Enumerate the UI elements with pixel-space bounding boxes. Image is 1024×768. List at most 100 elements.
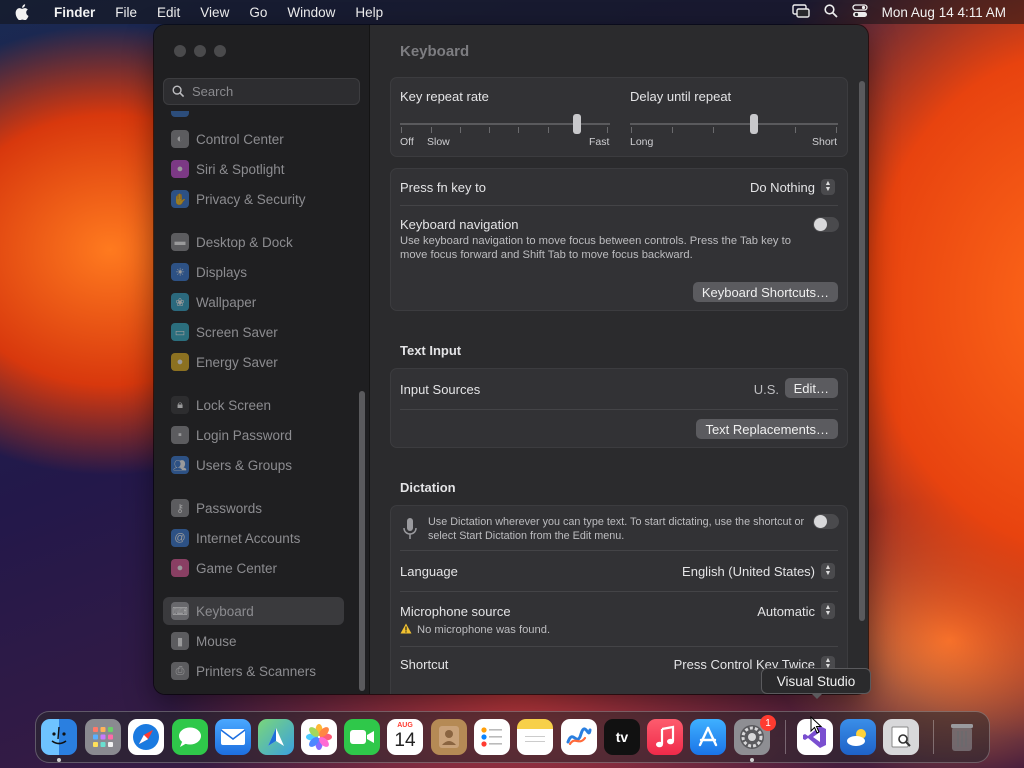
sidebar-item-users-groups[interactable]: 👥︎ Users & Groups <box>163 451 344 479</box>
sidebar-item-label: Passwords <box>196 500 263 516</box>
sidebar-item-lock-screen[interactable]: 🔒︎ Lock Screen <box>163 391 344 419</box>
sidebar-item-desktop-dock[interactable]: ▬ Desktop & Dock <box>163 228 344 256</box>
sidebar-item-displays[interactable]: ☀ Displays <box>163 258 344 286</box>
photos-icon[interactable] <box>301 719 337 755</box>
launchpad-icon[interactable] <box>85 719 121 755</box>
messages-icon[interactable] <box>172 719 208 755</box>
delay-repeat-slider-knob[interactable] <box>750 114 758 134</box>
keyboard-navigation-description: Use keyboard navigation to move focus be… <box>400 235 791 261</box>
row-divider <box>400 591 838 592</box>
sidebar-item-siri-spotlight[interactable]: ● Siri & Spotlight <box>163 155 344 183</box>
login-password-icon: ▪ <box>171 426 189 444</box>
notes-icon[interactable] <box>517 719 553 755</box>
menu-window[interactable]: Window <box>277 5 345 20</box>
finder-icon[interactable] <box>41 719 77 755</box>
freeform-icon[interactable] <box>561 719 597 755</box>
zoom-button[interactable] <box>214 45 226 57</box>
input-sources-edit-button[interactable]: Edit… <box>784 378 838 398</box>
input-sources-value: U.S. <box>753 382 779 397</box>
chevron-updown-icon: ▲ ▼ <box>821 603 835 619</box>
control-center-icon: ◐ <box>171 130 189 148</box>
sidebar-item-label: Keyboard <box>196 603 254 619</box>
sidebar-item-energy-saver[interactable]: ● Energy Saver <box>163 348 344 376</box>
control-center-icon[interactable] <box>852 3 868 21</box>
minimize-button[interactable] <box>194 45 206 57</box>
weather-icon[interactable] <box>840 719 876 755</box>
menu-view[interactable]: View <box>190 5 239 20</box>
sidebar-item-privacy-security[interactable]: ✋ Privacy & Security <box>163 185 344 213</box>
trash-icon[interactable] <box>944 719 980 755</box>
screen-mirroring-icon[interactable] <box>791 3 810 21</box>
search-field[interactable] <box>163 78 360 105</box>
slider-tick <box>607 127 608 133</box>
slider-tick <box>713 127 714 133</box>
row-divider <box>400 550 838 551</box>
menu-clock[interactable]: Mon Aug 14 4:11 AM <box>882 5 1006 20</box>
sidebar-item-label: Login Password <box>196 427 293 443</box>
search-input[interactable] <box>192 84 352 99</box>
text-replacements-button[interactable]: Text Replacements… <box>696 419 838 439</box>
preview-icon[interactable] <box>883 719 919 755</box>
contacts-icon[interactable] <box>431 719 467 755</box>
slider-tick <box>672 127 673 133</box>
sidebar-item-keyboard[interactable]: ⌨ Keyboard <box>163 597 344 625</box>
calendar-icon[interactable]: AUG 14 <box>387 719 423 755</box>
key-repeat-slider[interactable] <box>400 114 610 134</box>
sidebar-item-screen-saver[interactable]: ▭ Screen Saver <box>163 318 344 346</box>
keyboard-navigation-toggle[interactable] <box>813 217 839 232</box>
menu-app-name[interactable]: Finder <box>44 5 105 20</box>
keyboard-shortcuts-button[interactable]: Keyboard Shortcuts… <box>692 282 838 302</box>
search-icon <box>172 85 185 98</box>
dock-separator <box>785 720 786 754</box>
row-divider <box>400 205 838 206</box>
menu-go[interactable]: Go <box>239 5 277 20</box>
microphone-source-value: Automatic <box>757 603 815 619</box>
key-repeat-slider-knob[interactable] <box>573 114 581 134</box>
running-indicator <box>750 758 754 762</box>
spotlight-search-icon[interactable] <box>824 3 838 21</box>
dictation-language-popup[interactable]: English (United States) ▲ ▼ <box>682 563 835 579</box>
sidebar-item-label: Lock Screen <box>196 397 272 413</box>
sidebar-item-passwords[interactable]: ⚷ Passwords <box>163 494 344 522</box>
sidebar-item-internet-accounts[interactable]: @ Internet Accounts <box>163 524 344 552</box>
slider-label-off: Off <box>400 136 414 148</box>
maps-icon[interactable] <box>258 719 294 755</box>
sidebar-item-label: Game Center <box>196 560 278 576</box>
sidebar-item-login-password[interactable]: ▪ Login Password <box>163 421 344 449</box>
fn-key-label: Press fn key to <box>400 180 486 195</box>
delay-repeat-slider[interactable] <box>630 114 840 134</box>
sidebar-item-control-center[interactable]: ◐ Control Center <box>163 125 344 153</box>
fn-key-popup[interactable]: Do Nothing ▲ ▼ <box>750 179 835 195</box>
key-icon: ⚷ <box>171 499 189 517</box>
microphone-source-popup[interactable]: Automatic ▲ ▼ <box>757 603 835 619</box>
slider-tick <box>631 127 632 133</box>
sidebar-scrollbar[interactable] <box>359 391 365 691</box>
sidebar-item-mouse[interactable]: ▮ Mouse <box>163 627 344 655</box>
lock-icon: 🔒︎ <box>171 396 189 414</box>
dictation-toggle[interactable] <box>813 514 839 529</box>
system-settings-icon[interactable]: 1 <box>734 715 776 755</box>
calendar-month: AUG <box>397 722 413 729</box>
mail-icon[interactable] <box>215 719 251 755</box>
reminders-icon[interactable] <box>474 719 510 755</box>
app-store-icon[interactable] <box>690 719 726 755</box>
sidebar-item-game-center[interactable]: ● Game Center <box>163 554 344 582</box>
sidebar-item-printers-scanners[interactable]: ⎙ Printers & Scanners <box>163 657 344 685</box>
window-controls <box>174 45 226 57</box>
apple-tv-icon[interactable]: tv <box>604 719 640 755</box>
notification-badge: 1 <box>760 715 776 731</box>
menu-edit[interactable]: Edit <box>147 5 190 20</box>
music-icon[interactable] <box>647 719 683 755</box>
safari-icon[interactable] <box>128 719 164 755</box>
sidebar-item-wallpaper[interactable]: ❀ Wallpaper <box>163 288 344 316</box>
keyboard-navigation-label: Keyboard navigation <box>400 217 519 232</box>
fn-key-value: Do Nothing <box>749 179 815 195</box>
apple-menu-icon[interactable] <box>0 4 44 20</box>
facetime-icon[interactable] <box>344 719 380 755</box>
menu-help[interactable]: Help <box>345 5 393 20</box>
tooltip-arrow <box>811 693 823 699</box>
content-scrollbar[interactable] <box>859 81 865 621</box>
close-button[interactable] <box>174 45 186 57</box>
menu-file[interactable]: File <box>105 5 147 20</box>
slider-tick <box>401 127 402 133</box>
